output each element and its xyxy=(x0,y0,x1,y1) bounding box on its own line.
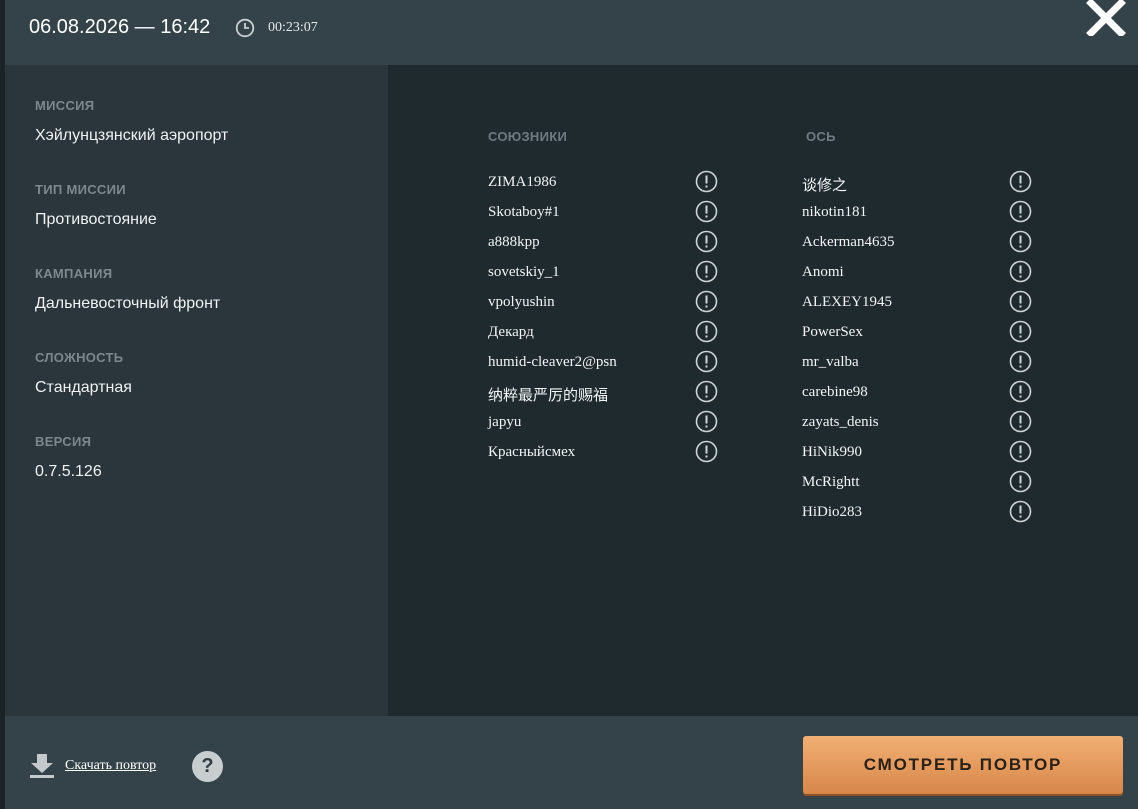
report-player-icon[interactable] xyxy=(695,410,718,433)
report-player-icon[interactable] xyxy=(695,290,718,313)
player-name[interactable]: HiNik990 xyxy=(802,444,862,461)
report-player-icon[interactable] xyxy=(1009,170,1032,193)
version-label: ВЕРСИЯ xyxy=(35,434,92,449)
report-player-icon[interactable] xyxy=(695,230,718,253)
player-name[interactable]: a888kpp xyxy=(488,234,540,251)
difficulty-label: СЛОЖНОСТЬ xyxy=(35,350,124,365)
report-player-icon[interactable] xyxy=(1009,200,1032,223)
player-row: Ackerman4635 xyxy=(802,230,1034,260)
download-icon[interactable] xyxy=(29,753,55,779)
player-name[interactable]: Декард xyxy=(488,324,534,341)
player-row: Красныйсмех xyxy=(488,440,720,470)
player-row: 纳粹最严厉的赐福 xyxy=(488,380,720,410)
player-name[interactable]: vpolyushin xyxy=(488,294,555,311)
report-player-icon[interactable] xyxy=(1009,470,1032,493)
player-name[interactable]: Красныйсмех xyxy=(488,444,575,461)
report-player-icon[interactable] xyxy=(695,260,718,283)
header-bar: 06.08.2026 — 16:42 00:23:07 xyxy=(5,0,1138,65)
campaign-label: КАМПАНИЯ xyxy=(35,266,113,281)
version-value: 0.7.5.126 xyxy=(35,463,102,480)
player-name[interactable]: McRightt xyxy=(802,474,860,491)
player-row: 谈修之 xyxy=(802,170,1034,200)
report-player-icon[interactable] xyxy=(695,200,718,223)
battle-duration: 00:23:07 xyxy=(268,20,318,35)
report-player-icon[interactable] xyxy=(1009,410,1032,433)
player-row: japyu xyxy=(488,410,720,440)
report-player-icon[interactable] xyxy=(1009,290,1032,313)
player-row: Anomi xyxy=(802,260,1034,290)
battle-datetime: 06.08.2026 — 16:42 xyxy=(29,16,211,38)
player-name[interactable]: Ackerman4635 xyxy=(802,234,894,251)
report-player-icon[interactable] xyxy=(1009,230,1032,253)
report-player-icon[interactable] xyxy=(695,380,718,403)
player-name[interactable]: zayats_denis xyxy=(802,414,879,431)
player-name[interactable]: carebine98 xyxy=(802,384,868,401)
player-row: HiDio283 xyxy=(802,500,1034,530)
report-player-icon[interactable] xyxy=(1009,320,1032,343)
player-row: HiNik990 xyxy=(802,440,1034,470)
player-row: mr_valba xyxy=(802,350,1034,380)
player-row: ZIMA1986 xyxy=(488,170,720,200)
report-player-icon[interactable] xyxy=(695,440,718,463)
allies-title: СОЮЗНИКИ xyxy=(488,129,568,144)
close-icon[interactable] xyxy=(1086,0,1126,36)
player-row: sovetskiy_1 xyxy=(488,260,720,290)
mission-type-label: ТИП МИССИИ xyxy=(35,182,126,197)
report-player-icon[interactable] xyxy=(1009,350,1032,373)
mission-value: Хэйлунцзянский аэропорт xyxy=(35,127,229,144)
player-name[interactable]: mr_valba xyxy=(802,354,859,371)
report-player-icon[interactable] xyxy=(1009,440,1032,463)
footer-bar: Скачать повтор ? СМОТРЕТЬ ПОВТОР xyxy=(5,716,1138,809)
player-name[interactable]: 谈修之 xyxy=(802,174,847,195)
players-panel: СОЮЗНИКИ ZIMA1986 Skotaboy#1 a888kpp sovets… xyxy=(388,65,1138,716)
axis-title: ОСЬ xyxy=(806,129,836,144)
player-name[interactable]: sovetskiy_1 xyxy=(488,264,560,281)
report-player-icon[interactable] xyxy=(1009,380,1032,403)
allies-list: ZIMA1986 Skotaboy#1 a888kpp sovetskiy_1vpol… xyxy=(488,170,720,470)
player-row: Skotaboy#1 xyxy=(488,200,720,230)
clock-icon xyxy=(235,18,255,38)
player-row: zayats_denis xyxy=(802,410,1034,440)
player-row: a888kpp xyxy=(488,230,720,260)
player-row: nikotin181 xyxy=(802,200,1034,230)
player-name[interactable]: Anomi xyxy=(802,264,844,281)
player-name[interactable]: nikotin181 xyxy=(802,204,867,221)
player-name[interactable]: 纳粹最严厉的赐福 xyxy=(488,384,608,405)
mission-info-panel: МИССИЯ Хэйлунцзянский аэропорт ТИП МИССИ… xyxy=(5,65,388,716)
campaign-value: Дальневосточный фронт xyxy=(35,295,221,312)
mission-label: МИССИЯ xyxy=(35,98,95,113)
player-name[interactable]: ALEXEY1945 xyxy=(802,294,892,311)
player-row: McRightt xyxy=(802,470,1034,500)
difficulty-value: Стандартная xyxy=(35,379,132,396)
player-row: ALEXEY1945 xyxy=(802,290,1034,320)
help-button[interactable]: ? xyxy=(192,751,223,782)
report-player-icon[interactable] xyxy=(695,350,718,373)
watch-replay-button[interactable]: СМОТРЕТЬ ПОВТОР xyxy=(803,736,1123,794)
player-name[interactable]: PowerSex xyxy=(802,324,863,341)
player-name[interactable]: japyu xyxy=(488,414,521,431)
report-player-icon[interactable] xyxy=(1009,500,1032,523)
player-row: vpolyushin xyxy=(488,290,720,320)
player-row: PowerSex xyxy=(802,320,1034,350)
player-row: carebine98 xyxy=(802,380,1034,410)
player-row: humid-cleaver2@psn xyxy=(488,350,720,380)
player-name[interactable]: humid-cleaver2@psn xyxy=(488,354,617,371)
player-row: Декард xyxy=(488,320,720,350)
player-name[interactable]: ZIMA1986 xyxy=(488,174,556,191)
player-name[interactable]: Skotaboy#1 xyxy=(488,204,560,221)
report-player-icon[interactable] xyxy=(1009,260,1032,283)
axis-list: 谈修之 nikotin181 Ackerman4635 Anomi ALEXEY1945… xyxy=(802,170,1034,530)
report-player-icon[interactable] xyxy=(695,320,718,343)
download-replay-link[interactable]: Скачать повтор xyxy=(65,758,156,774)
mission-type-value: Противостояние xyxy=(35,211,157,228)
report-player-icon[interactable] xyxy=(695,170,718,193)
player-name[interactable]: HiDio283 xyxy=(802,504,862,521)
